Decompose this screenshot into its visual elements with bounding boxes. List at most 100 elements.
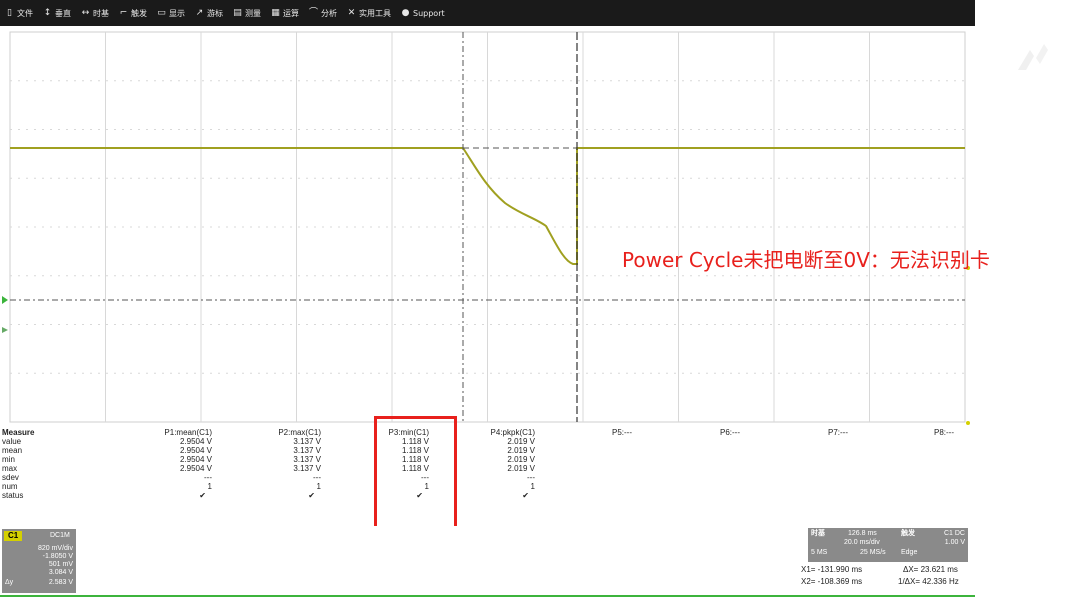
measure-cell: 1 [530,482,535,491]
measure-row-label: max [2,464,18,473]
watermark-logo [1018,44,1048,70]
menu-label: 垂直 [55,8,71,18]
cursor-x2: X2= -108.369 ms [801,577,863,586]
measure-empty-param[interactable]: P6:--- [720,428,740,437]
bottom-accent-line [0,595,975,597]
measure-cell: 2.019 V [507,437,535,446]
channel-cursor2: 3.084 V [48,569,73,576]
cursor-dx: ΔX= 23.621 ms [903,565,958,574]
menu-label: 运算 [283,8,299,18]
menu-display[interactable]: ▭ 显示 [152,0,190,26]
menu-label: 文件 [17,8,33,18]
support-icon: ● [401,7,410,18]
measure-row-label: mean [2,446,23,455]
menu-label: 显示 [169,8,185,18]
highlight-box [374,416,457,538]
measure-cell: 1 [207,482,212,491]
menu-analysis[interactable]: ⌒ 分析 [304,0,342,26]
menu-measure[interactable]: ▤ 测量 [228,0,266,26]
timebase-rate: 25 MS/s [860,549,886,556]
channel-descriptor[interactable]: C1 DC1M 820 mV/div -1.8050 V 501 mV 3.08… [2,529,76,593]
measure-cell: --- [313,473,321,482]
annotation-text: Power Cycle未把电断至0V：无法识别卡 [622,248,990,272]
menu-label: 分析 [321,8,337,18]
timebase-samples: 5 MS [811,549,828,556]
measure-row-label: Measure [2,428,35,437]
channel-scale: 820 mV/div [37,545,73,552]
measure-param-header[interactable]: P1:mean(C1) [152,428,212,437]
menu-support[interactable]: ● Support [396,0,450,26]
measure-table: Measure value mean min max sdev num status P1:me… [0,426,975,526]
menu-tools[interactable]: ✕ 实用工具 [342,0,396,26]
measure-param-header[interactable]: P4:pkpk(C1) [475,428,535,437]
trigger-icon: ⌐ [119,7,128,18]
menu-math[interactable]: ▦ 运算 [266,0,304,26]
measure-empty-param[interactable]: P8:--- [934,428,954,437]
measure-cell: 2.019 V [507,446,535,455]
waveform-display[interactable] [0,26,975,426]
menu-label: 时基 [93,8,109,18]
delta-y-value: 2.583 V [48,579,73,586]
status-check-icon: ✔ [199,491,206,500]
measure-cell: 3.137 V [293,437,321,446]
math-icon: ▦ [271,7,280,18]
cursor-x1: X1= -131.990 ms [801,565,863,574]
channel-badge: C1 [4,531,23,541]
menu-timebase[interactable]: ↔ 时基 [76,0,114,26]
measure-empty-param[interactable]: P7:--- [828,428,848,437]
measure-row-label: sdev [2,473,19,482]
file-icon: ▯ [7,7,12,18]
measure-row-label: value [2,437,22,446]
trigger-channel: C1 DC [943,530,965,537]
analysis-icon: ⌒ [309,7,319,18]
channel-offset: -1.8050 V [42,553,73,560]
measure-cell: 2.9504 V [179,446,212,455]
trigger-marker [2,296,8,304]
channel-cursor1: 501 mV [48,561,73,568]
menu-label: Support [413,8,445,18]
trigger-level: 1.00 V [944,539,965,546]
status-check-icon: ✔ [522,491,529,500]
menu-file[interactable]: ▯ 文件 [0,0,38,26]
channel-coupling: DC1M [50,532,70,539]
measure-empty-param[interactable]: P5:--- [612,428,632,437]
vertical-icon: ↕ [43,7,52,18]
menu-bar: ▯ 文件 ↕ 垂直 ↔ 时基 ⌐ 触发 ▭ 显示 ↗ 游标 ▤ 测量 ▦ 运算 ⌒ 分析 ✕ 实用工具 ● Support [0,0,975,26]
measure-cell: 3.137 V [293,464,321,473]
status-panel: C1 DC1M 820 mV/div -1.8050 V 501 mV 3.08… [0,526,975,598]
measure-cell: 2.9504 V [179,437,212,446]
right-marker-2 [966,421,970,425]
measure-cell: 2.019 V [507,464,535,473]
measure-row-label: num [2,482,18,491]
status-check-icon: ✔ [308,491,315,500]
ground-marker [2,327,8,333]
measure-cell: 1 [316,482,321,491]
measure-icon: ▤ [233,7,242,18]
cursor-inv-dx: 1/ΔX= 42.336 Hz [898,577,959,586]
timebase-label: 时基 [811,530,825,537]
measure-param-header[interactable]: P2:max(C1) [261,428,321,437]
cursor-icon: ↗ [195,7,204,18]
tools-icon: ✕ [347,7,356,18]
menu-label: 触发 [131,8,147,18]
timebase-trigger-descriptor[interactable]: 时基 126.8 ms 触发 C1 DC 20.0 ms/div 1.00 V … [808,528,968,562]
measure-cell: 2.019 V [507,455,535,464]
measure-row-label: status [2,491,24,500]
timebase-icon: ↔ [81,7,90,18]
measure-cell: --- [204,473,212,482]
menu-label: 游标 [207,8,223,18]
display-icon: ▭ [157,7,166,18]
menu-cursor[interactable]: ↗ 游标 [190,0,228,26]
measure-row-label: min [2,455,15,464]
timebase-scale: 20.0 ms/div [844,539,880,546]
menu-label: 实用工具 [359,8,391,18]
trigger-label: 触发 [901,530,915,537]
measure-cell: 2.9504 V [179,464,212,473]
trigger-type: Edge [901,549,918,556]
menu-trigger[interactable]: ⌐ 触发 [114,0,152,26]
measure-cell: 2.9504 V [179,455,212,464]
measure-cell: 3.137 V [293,455,321,464]
measure-cell: --- [527,473,535,482]
timebase-delay: 126.8 ms [848,530,877,537]
menu-vertical[interactable]: ↕ 垂直 [38,0,76,26]
